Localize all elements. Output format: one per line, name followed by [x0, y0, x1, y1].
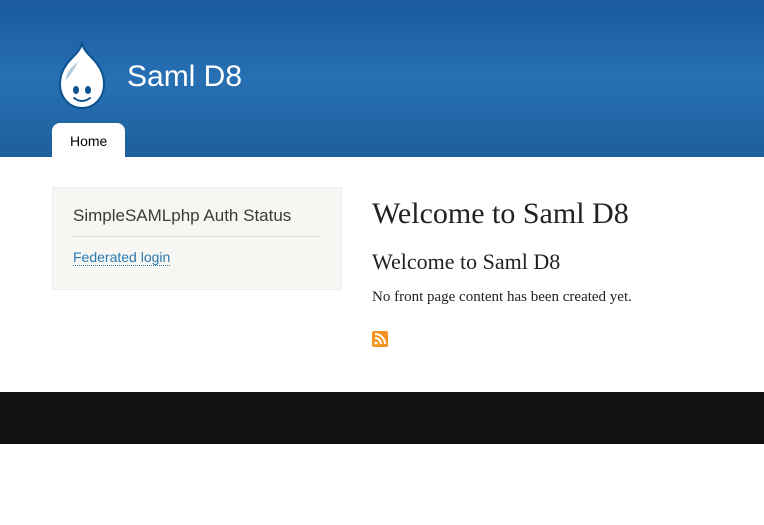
drupal-logo-icon[interactable] — [52, 42, 112, 112]
content-wrapper: SimpleSAMLphp Auth Status Federated logi… — [32, 157, 732, 392]
site-footer — [0, 392, 764, 444]
main-content: Welcome to Saml D8 Welcome to Saml D8 No… — [372, 187, 712, 352]
page-subtitle: Welcome to Saml D8 — [372, 249, 712, 275]
site-name[interactable]: Saml D8 — [127, 60, 242, 94]
federated-login-link[interactable]: Federated login — [73, 249, 170, 266]
sidebar: SimpleSAMLphp Auth Status Federated logi… — [52, 187, 342, 352]
auth-status-block: SimpleSAMLphp Auth Status Federated logi… — [52, 187, 342, 290]
tab-home[interactable]: Home — [52, 123, 125, 157]
logo-area: Saml D8 — [52, 0, 712, 112]
rss-icon[interactable] — [372, 331, 388, 347]
body-text: No front page content has been created y… — [372, 289, 712, 306]
site-header: Saml D8 Home — [0, 0, 764, 157]
primary-tabs: Home — [52, 123, 125, 157]
block-title: SimpleSAMLphp Auth Status — [73, 206, 321, 237]
header-inner: Saml D8 Home — [32, 0, 732, 157]
page-title: Welcome to Saml D8 — [372, 197, 712, 231]
